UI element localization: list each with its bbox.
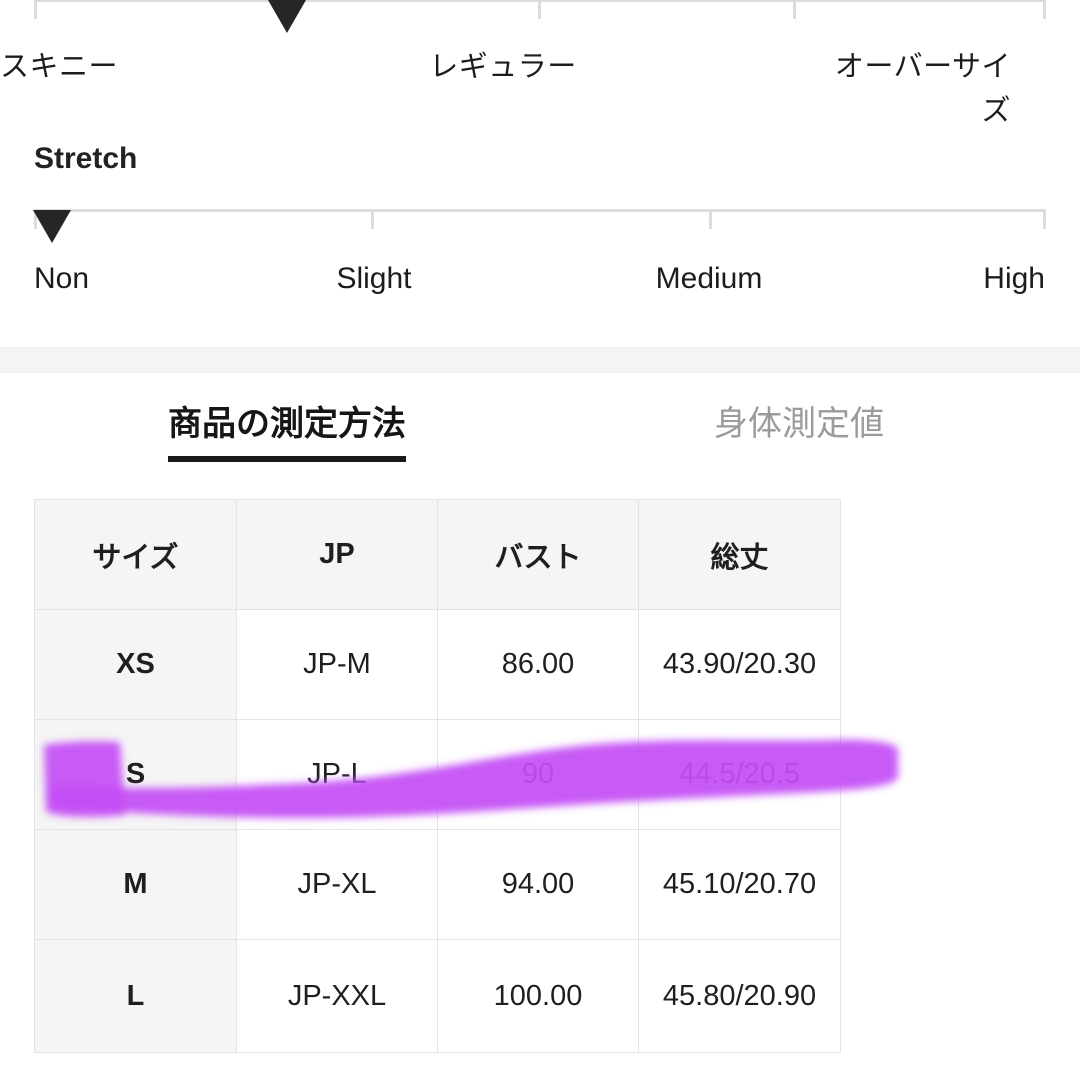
cell-jp: JP-XXL — [236, 939, 438, 1053]
stretch-slider-rail[interactable] — [0, 209, 1080, 243]
fit-slider-tick-3 — [1043, 0, 1046, 19]
cell-bust: 86.00 — [437, 609, 639, 720]
table-row[interactable]: M JP-XL 94.00 45.10/20.70 — [34, 829, 841, 940]
fit-label-oversize: オーバーサイズ — [834, 51, 1011, 127]
fit-scale-labels: スキニー レギュラー オーバーサイズ — [0, 45, 1011, 135]
tab-product-measurement[interactable]: 商品の測定方法 — [168, 400, 406, 462]
fit-slider-tick-1 — [538, 0, 541, 19]
stretch-slider-tick-3 — [1043, 209, 1046, 229]
stretch-scale-labels: Non Slight Medium High — [34, 258, 1045, 308]
measurement-tabs: 商品の測定方法 身体測定値 — [0, 400, 1080, 472]
stretch-scale-slider[interactable] — [0, 209, 1080, 243]
table-row[interactable]: L JP-XXL 100.00 45.80/20.90 — [34, 939, 841, 1053]
size-chart-table: サイズ JP バスト 総丈 XS JP-M 86.00 43.90/20.30 … — [34, 499, 841, 1053]
tab-body-measurement[interactable]: 身体測定値 — [714, 400, 884, 456]
size-chart-table-wrap: サイズ JP バスト 総丈 XS JP-M 86.00 43.90/20.30 … — [34, 499, 841, 1053]
cell-size: XS — [34, 609, 237, 720]
fit-slider-tick-2 — [793, 0, 796, 19]
cell-bust: 90 — [437, 719, 639, 830]
fit-label-skinny: スキニー — [0, 51, 119, 83]
cell-length: 45.10/20.70 — [638, 829, 841, 940]
fit-scale-slider[interactable] — [0, 0, 1080, 33]
cell-bust: 94.00 — [437, 829, 639, 940]
cell-bust: 100.00 — [437, 939, 639, 1053]
stretch-slider-track — [34, 209, 1045, 212]
cell-length: 43.90/20.30 — [638, 609, 841, 720]
cell-jp: JP-XL — [236, 829, 438, 940]
cell-size: M — [34, 829, 237, 940]
stretch-slider-tick-2 — [709, 209, 712, 229]
fit-slider-rail[interactable] — [0, 0, 1080, 33]
cell-length: 45.80/20.90 — [638, 939, 841, 1053]
cell-length: 44.5/20.5 — [638, 719, 841, 830]
tab-product-measurement-label: 商品の測定方法 — [168, 400, 406, 462]
stretch-label-non: Non — [34, 262, 90, 295]
table-row-highlighted[interactable]: S JP-L 90 44.5/20.5 — [34, 719, 841, 830]
cell-jp: JP-M — [236, 609, 438, 720]
column-header-length: 総丈 — [638, 499, 841, 610]
stretch-label-high: High — [983, 262, 1045, 295]
cell-size: L — [34, 939, 237, 1053]
tab-body-measurement-label: 身体測定値 — [714, 405, 884, 443]
fit-slider-tick-0 — [34, 0, 37, 19]
column-header-bust: バスト — [437, 499, 639, 610]
column-header-size: サイズ — [34, 499, 237, 610]
stretch-label-slight: Slight — [336, 262, 412, 295]
stretch-section-title: Stretch — [34, 142, 138, 175]
stretch-slider-marker-icon — [33, 210, 71, 243]
fit-slider-marker-icon — [268, 0, 306, 33]
table-header-row: サイズ JP バスト 総丈 — [34, 499, 841, 610]
column-header-jp: JP — [236, 499, 438, 610]
cell-size: S — [34, 719, 237, 830]
stretch-slider-tick-1 — [371, 209, 374, 229]
cell-jp: JP-L — [236, 719, 438, 830]
fit-label-regular: レギュラー — [429, 51, 577, 83]
section-divider-band — [0, 347, 1080, 373]
table-row[interactable]: XS JP-M 86.00 43.90/20.30 — [34, 609, 841, 720]
stretch-label-medium: Medium — [655, 262, 763, 295]
